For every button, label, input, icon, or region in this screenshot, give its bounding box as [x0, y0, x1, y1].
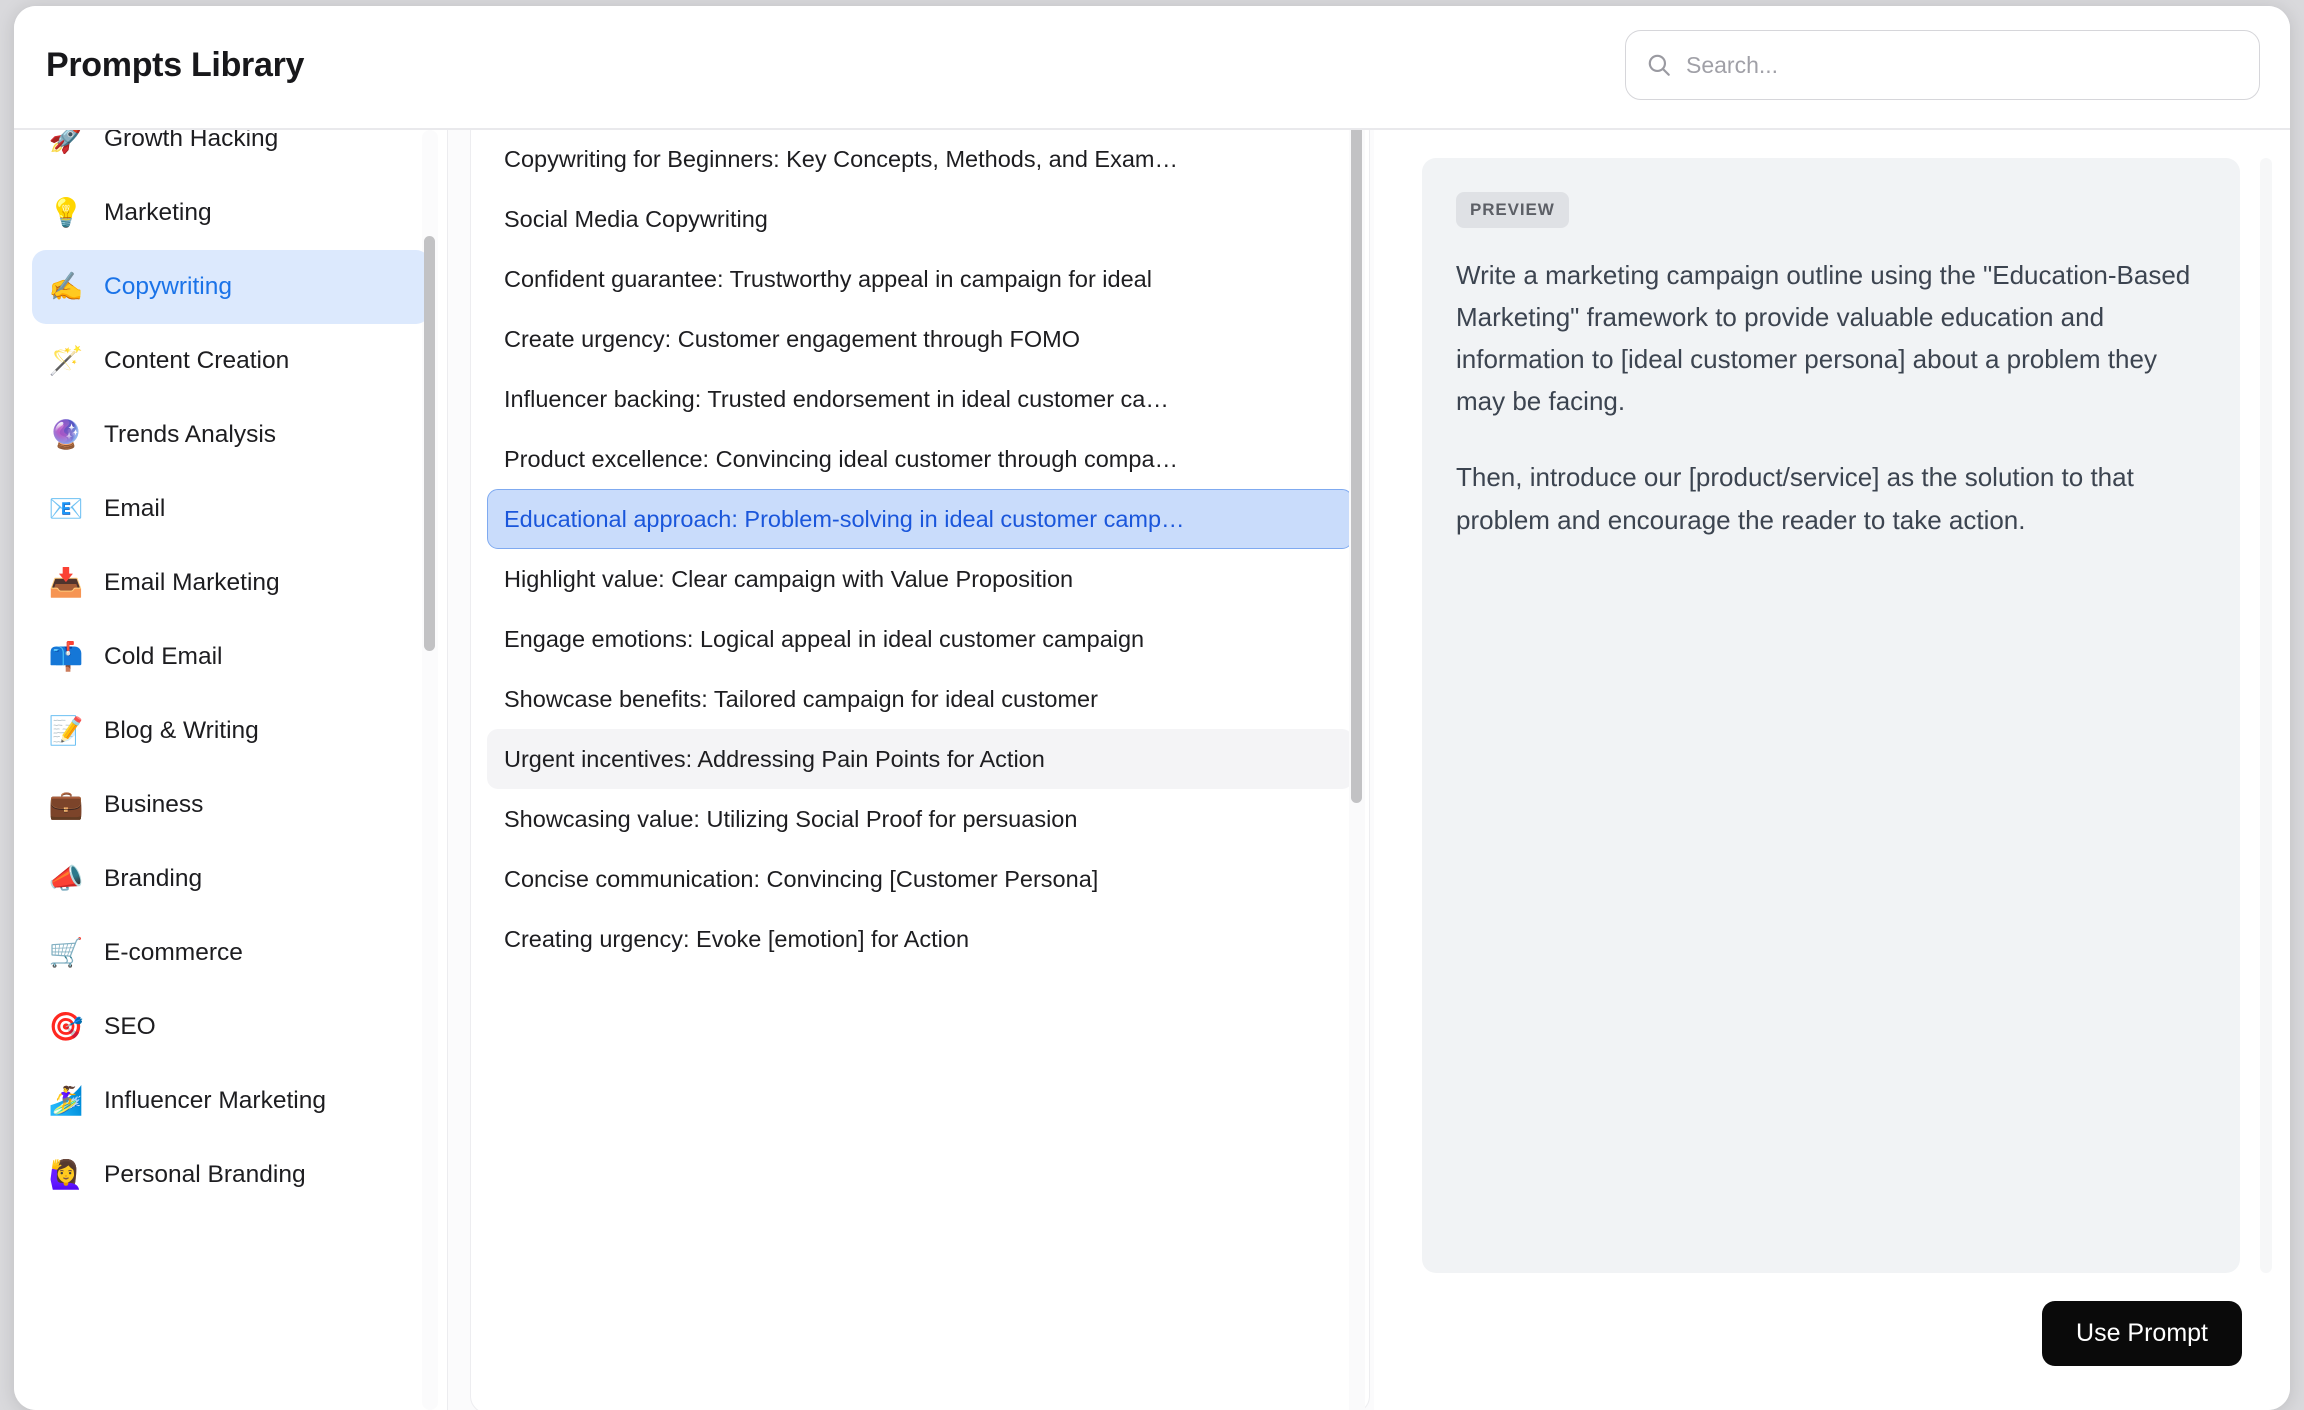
sidebar-scroll-content: 🚀 Growth Hacking 💡 Marketing ✍️ Copywriting 🪄 C…	[14, 130, 447, 1212]
prompt-list-item[interactable]: Showcasing value: Utilizing Social Proof…	[487, 789, 1353, 849]
prompt-list-item[interactable]: Creating urgency: Evoke [emotion] for Ac…	[487, 909, 1353, 969]
rocket-icon: 🚀	[48, 130, 84, 154]
prompt-list-item-label: Social Media Copywriting	[504, 205, 768, 232]
sidebar-item-label: Branding	[104, 865, 203, 892]
sidebar-item-personal-branding[interactable]: 🙋‍♀️ Personal Branding	[32, 1138, 430, 1212]
prompt-list-item-label: Concise communication: Convincing [Custo…	[504, 865, 1099, 892]
sidebar-item-trends-analysis[interactable]: 🔮 Trends Analysis	[32, 398, 430, 472]
prompt-list-item[interactable]: Product excellence: Convincing ideal cus…	[487, 429, 1353, 489]
target-icon: 🎯	[48, 1011, 84, 1042]
preview-text: Write a marketing campaign outline using…	[1456, 254, 2206, 541]
preview-scrollbar-track[interactable]	[2260, 158, 2272, 1273]
sidebar-item-branding[interactable]: 📣 Branding	[32, 842, 430, 916]
page-title: Prompts Library	[46, 46, 305, 84]
sidebar-item-label: SEO	[104, 1013, 156, 1040]
sidebar-item-email[interactable]: 📧 Email	[32, 472, 430, 546]
prompt-list-item-label: Engage emotions: Logical appeal in ideal…	[504, 625, 1145, 652]
preview-column: PREVIEW Write a marketing campaign outli…	[1374, 130, 2290, 1410]
sidebar-item-label: E-commerce	[104, 939, 243, 966]
prompt-list-item-label: Highlight value: Clear campaign with Val…	[504, 565, 1074, 592]
sidebar-item-business[interactable]: 💼 Business	[32, 768, 430, 842]
prompt-list-item[interactable]: Urgent incentives: Addressing Pain Point…	[487, 729, 1353, 789]
sidebar-item-label: Cold Email	[104, 643, 223, 670]
sidebar-item-label: Influencer Marketing	[104, 1087, 326, 1114]
prompt-list-item-label: Urgent incentives: Addressing Pain Point…	[504, 745, 1045, 772]
prompt-list-card: Copywriting for Beginners: Key Concepts,…	[470, 130, 1370, 1410]
prompt-list: Copywriting for Beginners: Key Concepts,…	[471, 130, 1369, 969]
prompt-list-item-label: Copywriting for Beginners: Key Concepts,…	[504, 145, 1178, 172]
briefcase-icon: 💼	[48, 789, 84, 820]
sidebar-item-blog-writing[interactable]: 📝 Blog & Writing	[32, 694, 430, 768]
shopping-cart-icon: 🛒	[48, 937, 84, 968]
preview-card: PREVIEW Write a marketing campaign outli…	[1422, 158, 2240, 1273]
surfer-icon: 🏄‍♀️	[48, 1085, 84, 1116]
prompt-list-item[interactable]: Copywriting for Beginners: Key Concepts,…	[487, 130, 1353, 189]
search-input[interactable]	[1686, 51, 2239, 79]
sidebar-item-label: Blog & Writing	[104, 717, 259, 744]
prompt-list-item-label: Showcase benefits: Tailored campaign for…	[504, 685, 1098, 712]
sidebar-item-seo[interactable]: 🎯 SEO	[32, 990, 430, 1064]
magic-wand-icon: 🪄	[48, 345, 84, 376]
sidebar-item-label: Growth Hacking	[104, 130, 279, 152]
sidebar-item-marketing[interactable]: 💡 Marketing	[32, 176, 430, 250]
prompt-list-item[interactable]: Create urgency: Customer engagement thro…	[487, 309, 1353, 369]
header-bar: Prompts Library	[14, 6, 2290, 130]
prompt-list-item-label: Showcasing value: Utilizing Social Proof…	[504, 805, 1078, 832]
sidebar-item-copywriting[interactable]: ✍️ Copywriting	[32, 250, 430, 324]
raising-hand-icon: 🙋‍♀️	[48, 1159, 84, 1190]
sidebar-item-content-creation[interactable]: 🪄 Content Creation	[32, 324, 430, 398]
preview-paragraph: Write a marketing campaign outline using…	[1456, 260, 2191, 417]
search-icon	[1648, 54, 1670, 76]
memo-icon: 📝	[48, 715, 84, 746]
search-field[interactable]	[1625, 30, 2260, 100]
prompt-list-item-label: Create urgency: Customer engagement thro…	[504, 325, 1081, 352]
app-window: Prompts Library 🚀 Growth Hacking 💡 Marketin…	[14, 6, 2290, 1410]
sidebar-item-label: Marketing	[104, 199, 212, 226]
sidebar-item-influencer-marketing[interactable]: 🏄‍♀️ Influencer Marketing	[32, 1064, 430, 1138]
prompt-list-item[interactable]: Educational approach: Problem-solving in…	[487, 489, 1353, 549]
category-sidebar: 🚀 Growth Hacking 💡 Marketing ✍️ Copywriting 🪄 C…	[14, 130, 448, 1410]
use-prompt-button[interactable]: Use Prompt	[2042, 1301, 2242, 1366]
prompt-list-item[interactable]: Highlight value: Clear campaign with Val…	[487, 549, 1353, 609]
sidebar-item-label: Email Marketing	[104, 569, 280, 596]
prompt-list-item-label: Confident guarantee: Trustworthy appeal …	[504, 265, 1152, 292]
prompt-list-item[interactable]: Social Media Copywriting	[487, 189, 1353, 249]
sidebar-item-label: Content Creation	[104, 347, 290, 374]
prompt-list-item[interactable]: Influencer backing: Trusted endorsement …	[487, 369, 1353, 429]
sidebar-item-growth-hacking[interactable]: 🚀 Growth Hacking	[32, 130, 430, 176]
prompt-list-item[interactable]: Showcase benefits: Tailored campaign for…	[487, 669, 1353, 729]
sidebar-item-label: Business	[104, 791, 204, 818]
sidebar-item-email-marketing[interactable]: 📥 Email Marketing	[32, 546, 430, 620]
prompt-list-item-label: Educational approach: Problem-solving in…	[504, 505, 1185, 532]
prompt-list-item-label: Influencer backing: Trusted endorsement …	[504, 385, 1169, 412]
sidebar-scrollbar-thumb[interactable]	[424, 236, 435, 651]
prompt-list-column: Copywriting for Beginners: Key Concepts,…	[448, 130, 1374, 1410]
sidebar-item-label: Trends Analysis	[104, 421, 277, 448]
sidebar-item-label: Personal Branding	[104, 1161, 306, 1188]
writing-hand-icon: ✍️	[48, 271, 84, 302]
prompt-list-item[interactable]: Confident guarantee: Trustworthy appeal …	[487, 249, 1353, 309]
sidebar-item-cold-email[interactable]: 📫 Cold Email	[32, 620, 430, 694]
email-icon: 📧	[48, 493, 84, 524]
lightbulb-icon: 💡	[48, 197, 84, 228]
sidebar-item-label: Copywriting	[104, 273, 232, 300]
sidebar-item-label: Email	[104, 495, 166, 522]
megaphone-icon: 📣	[48, 863, 84, 894]
prompt-list-item[interactable]: Engage emotions: Logical appeal in ideal…	[487, 609, 1353, 669]
prompt-list-item-label: Product excellence: Convincing ideal cus…	[504, 445, 1179, 472]
preview-paragraph: Then, introduce our [product/service] as…	[1456, 462, 2134, 535]
prompt-list-item[interactable]: Concise communication: Convincing [Custo…	[487, 849, 1353, 909]
prompt-list-item-label: Creating urgency: Evoke [emotion] for Ac…	[504, 925, 970, 952]
inbox-tray-icon: 📥	[48, 567, 84, 598]
preview-badge: PREVIEW	[1456, 192, 1569, 228]
body-area: 🚀 Growth Hacking 💡 Marketing ✍️ Copywriting 🪄 C…	[14, 130, 2290, 1410]
crystal-ball-icon: 🔮	[48, 419, 84, 450]
prompt-list-scrollbar-thumb[interactable]	[1351, 130, 1362, 803]
sidebar-item-e-commerce[interactable]: 🛒 E-commerce	[32, 916, 430, 990]
mailbox-icon: 📫	[48, 641, 84, 672]
